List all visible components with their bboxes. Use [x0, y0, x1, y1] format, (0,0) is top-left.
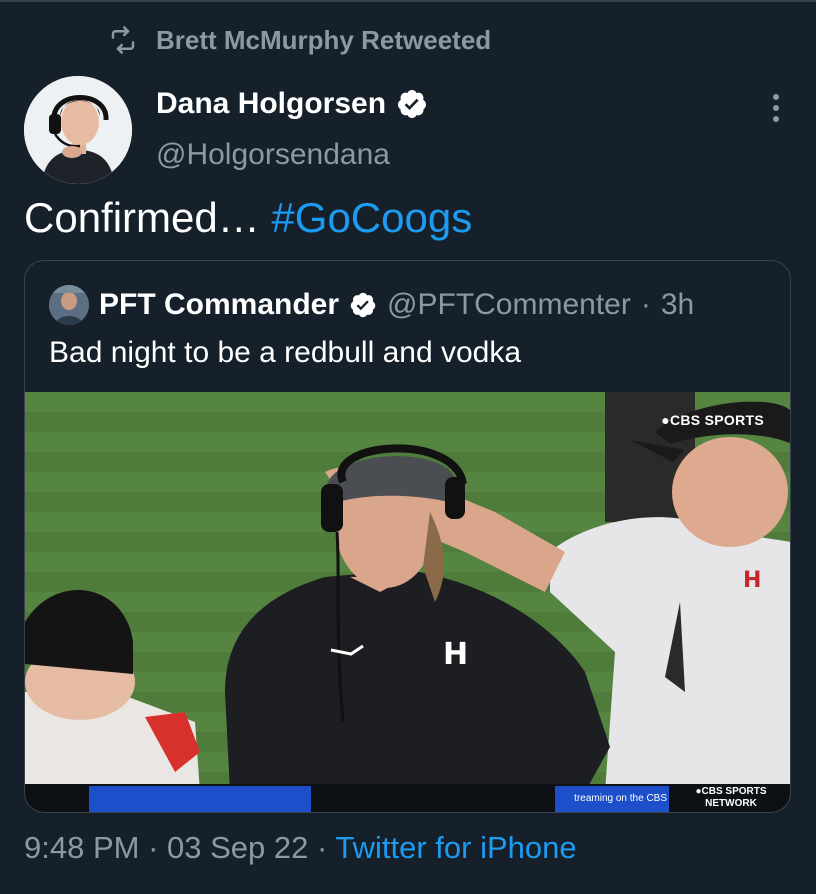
quote-separator: · — [640, 288, 651, 321]
ticker-network-logo: ●CBS SPORTS NETWORK — [675, 786, 787, 810]
tweet-timestamp-row: 9:48 PM · 03 Sep 22 · Twitter for iPhone — [24, 830, 577, 866]
author-handle[interactable]: @Holgorsendana — [156, 138, 390, 172]
ticker-network-line2: NETWORK — [705, 798, 757, 809]
verified-badge-icon — [396, 88, 428, 120]
hashtag-link[interactable]: #GoCoogs — [271, 194, 472, 241]
more-options-icon[interactable] — [764, 90, 788, 126]
retweet-label: Brett McMurphy Retweeted — [156, 24, 492, 55]
tweet-source-link[interactable]: Twitter for iPhone — [335, 830, 576, 865]
quote-header: PFT Commander @PFTCommenter · 3h — [49, 285, 694, 325]
ticker-blue-panel — [89, 786, 311, 812]
verified-badge-icon — [349, 291, 377, 319]
quoted-tweet-card[interactable]: PFT Commander @PFTCommenter · 3h Bad nig… — [24, 260, 791, 813]
svg-text:H: H — [743, 568, 761, 593]
ticker-network-line1: ●CBS SPORTS — [695, 786, 767, 797]
video-ticker-bar: treaming on the CBS ●CBS SPORTS NETWORK — [25, 784, 790, 812]
quote-author-handle: @PFTCommenter — [387, 288, 631, 321]
quote-author-name: PFT Commander — [99, 288, 340, 321]
quote-author-avatar[interactable] — [49, 285, 89, 325]
author-name-row[interactable]: Dana Holgorsen — [156, 84, 428, 124]
tweet-time[interactable]: 9:48 PM — [24, 830, 139, 865]
tweet-text: Confirmed… #GoCoogs — [24, 190, 472, 246]
tweet-body: Confirmed… — [24, 194, 260, 241]
tweet-date[interactable]: 03 Sep 22 — [167, 830, 308, 865]
timestamp-separator: · — [148, 830, 159, 865]
quote-video-media[interactable]: H H ●CBS SPORTS treaming on the CBS ●CBS — [25, 392, 790, 812]
retweet-icon — [108, 25, 138, 55]
author-avatar[interactable] — [24, 76, 132, 184]
svg-text:H: H — [443, 637, 468, 672]
ticker-stream-text: treaming on the CBS — [555, 786, 669, 812]
source-separator: · — [317, 830, 328, 865]
top-divider — [0, 0, 816, 2]
author-name: Dana Holgorsen — [156, 87, 387, 120]
quote-age: 3h — [660, 288, 695, 321]
quote-text: Bad night to be a redbull and vodka — [49, 336, 522, 369]
retweet-banner[interactable]: Brett McMurphy Retweeted — [108, 22, 491, 58]
cbs-sports-logo: ●CBS SPORTS — [661, 412, 764, 428]
